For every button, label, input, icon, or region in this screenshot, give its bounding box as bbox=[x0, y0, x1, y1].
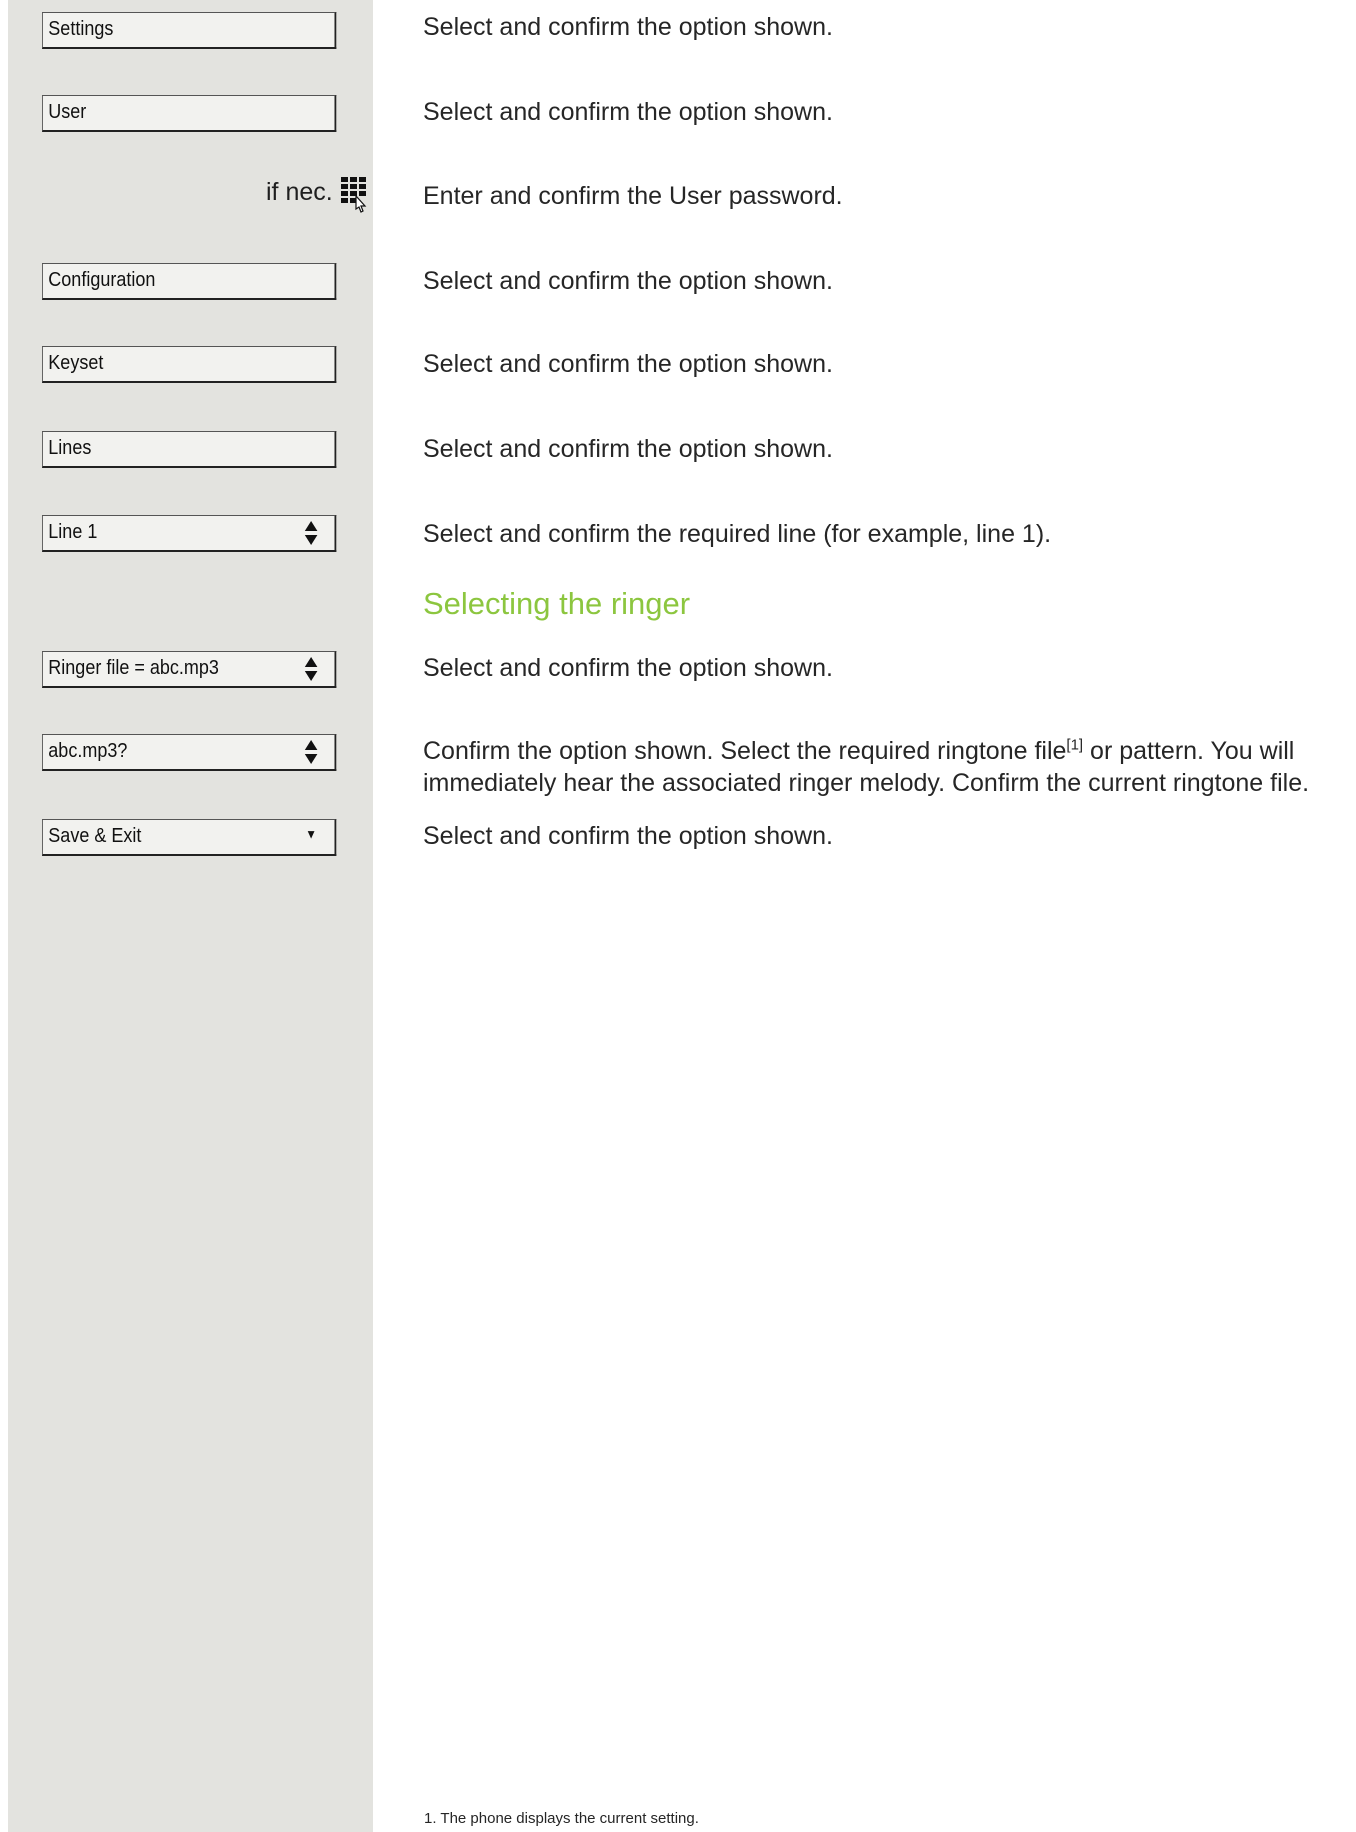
step-text-part: or pattern. You will bbox=[1083, 737, 1295, 765]
menu-item-label: abc.mp3? bbox=[48, 740, 128, 762]
step-text: Enter and confirm the User password. bbox=[423, 182, 843, 210]
menu-item-label: Settings bbox=[48, 18, 114, 40]
menu-item-label: Keyset bbox=[48, 352, 104, 374]
step-text-part: Confirm the option shown. Select the req… bbox=[423, 737, 1067, 765]
step-text-ringtone-line2: immediately hear the associated ringer m… bbox=[423, 769, 1310, 797]
menu-item-label: Configuration bbox=[48, 269, 156, 291]
footnote-reference[interactable]: [1] bbox=[1066, 737, 1083, 754]
menu-item-save-exit[interactable]: Save & Exit bbox=[42, 819, 337, 856]
menu-item-user[interactable]: User bbox=[42, 95, 337, 132]
step-text: Select and confirm the option shown. bbox=[423, 435, 833, 463]
step-text-ringtone: Confirm the option shown. Select the req… bbox=[423, 735, 1294, 767]
menu-item-settings[interactable]: Settings bbox=[42, 12, 337, 49]
step-text: Select and confirm the option shown. bbox=[423, 822, 833, 850]
up-down-arrow-icon bbox=[304, 740, 318, 764]
menu-item-label: Ringer file = abc.mp3 bbox=[48, 657, 219, 679]
step-text: Select and confirm the option shown. bbox=[423, 267, 833, 295]
menu-item-label: Save & Exit bbox=[48, 825, 142, 847]
section-heading: Selecting the ringer bbox=[423, 586, 691, 621]
menu-item-label: Line 1 bbox=[48, 521, 98, 543]
menu-item-line-1[interactable]: Line 1 bbox=[42, 515, 337, 552]
step-text: Select and confirm the option shown. bbox=[423, 654, 833, 682]
menu-item-keyset[interactable]: Keyset bbox=[42, 346, 337, 383]
step-text: Select and confirm the required line (fo… bbox=[423, 520, 1052, 548]
step-text: Select and confirm the option shown. bbox=[423, 98, 833, 126]
step-text: Select and confirm the option shown. bbox=[423, 350, 833, 378]
up-down-arrow-icon bbox=[304, 657, 318, 681]
down-arrow-icon bbox=[307, 831, 315, 839]
menu-item-abc-mp3[interactable]: abc.mp3? bbox=[42, 734, 337, 771]
menu-item-label: Lines bbox=[48, 437, 92, 459]
menu-item-label: User bbox=[48, 101, 87, 123]
menu-item-ringer-file[interactable]: Ringer file = abc.mp3 bbox=[42, 651, 337, 688]
up-down-arrow-icon bbox=[304, 521, 318, 545]
footnote: 1. The phone displays the current settin… bbox=[424, 1810, 699, 1827]
menu-item-lines[interactable]: Lines bbox=[42, 431, 337, 468]
menu-item-configuration[interactable]: Configuration bbox=[42, 263, 337, 300]
keypad-icon bbox=[341, 177, 367, 213]
step-text: Select and confirm the option shown. bbox=[423, 13, 833, 41]
if-nec-label: if nec. bbox=[266, 178, 333, 206]
